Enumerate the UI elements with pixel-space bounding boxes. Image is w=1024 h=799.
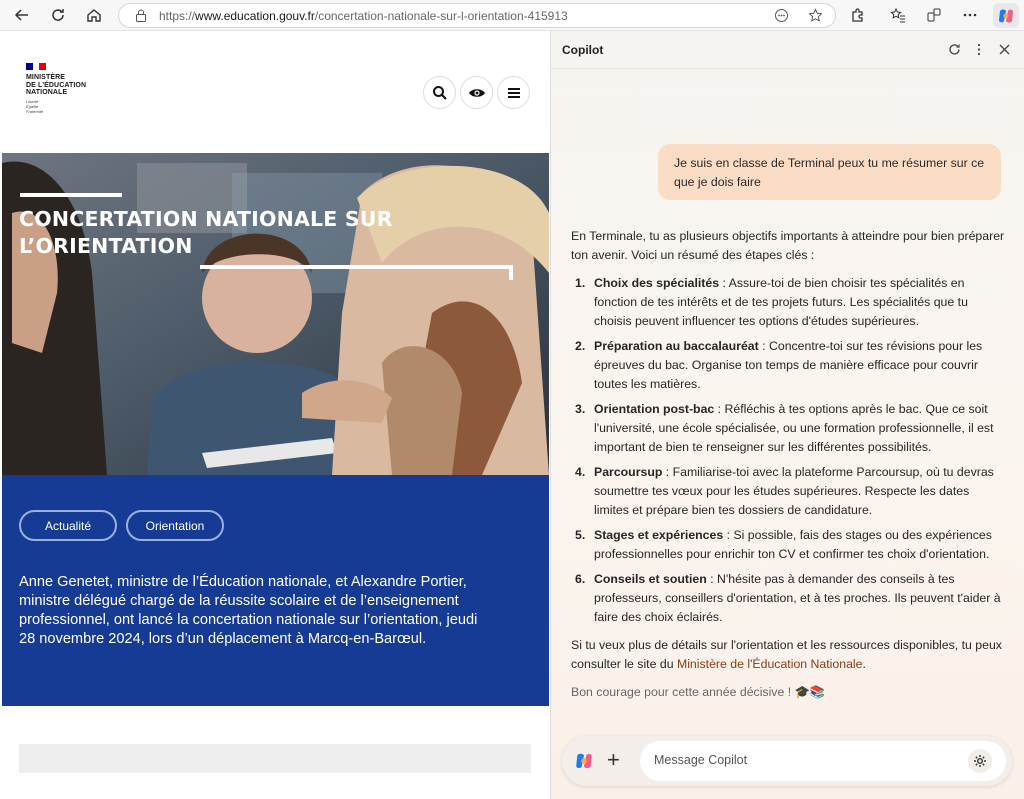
tag-actualite[interactable]: Actualité	[19, 510, 117, 541]
item-title: Choix des spécialités	[594, 276, 720, 290]
refresh-icon[interactable]	[945, 40, 963, 58]
eye-icon	[468, 88, 485, 97]
display-settings-button[interactable]	[460, 76, 493, 109]
lock-icon[interactable]	[135, 9, 147, 22]
title-decoration-bottom	[200, 265, 513, 269]
ministry-logo[interactable]: MINISTÈRE DE L'ÉDUCATION NATIONALE Liber…	[26, 63, 86, 114]
title-decoration-tick	[509, 265, 513, 280]
item-title: Orientation post-bac	[594, 402, 715, 416]
address-bar[interactable]: https://www.education.gouv.fr/concertati…	[118, 3, 836, 28]
response-closing: Bon courage pour cette année décisive ! …	[571, 685, 826, 699]
reader-mode-icon[interactable]	[774, 8, 789, 28]
message-placeholder: Message Copilot	[654, 753, 748, 767]
hamburger-icon	[507, 87, 520, 98]
back-arrow-icon[interactable]	[10, 4, 34, 26]
item-title: Préparation au baccalauréat	[594, 339, 759, 353]
item-number: 4.	[575, 465, 586, 479]
list-item: 6. Conseils et soutien : N'hésite pas à d…	[571, 570, 1006, 627]
item-number: 3.	[575, 402, 586, 416]
response-outro: Si tu veux plus de détails sur l'orienta…	[571, 636, 1006, 674]
favorite-star-icon[interactable]	[808, 8, 823, 28]
item-number: 5.	[575, 528, 586, 542]
list-item: 2. Préparation au baccalauréat : Concentr…	[571, 337, 1006, 394]
ministry-link[interactable]: Ministère de l'Éducation Nationale	[677, 657, 863, 671]
add-attachment-icon[interactable]: +	[607, 748, 620, 772]
web-page: MINISTÈRE DE L'ÉDUCATION NATIONALE Liber…	[2, 31, 549, 799]
url-domain: www.education.gouv.fr	[195, 9, 315, 23]
response-intro: En Terminale, tu as plusieurs objectifs …	[571, 229, 1005, 262]
home-icon[interactable]	[82, 4, 106, 26]
lead-paragraph: Anne Genetet, ministre de l’Éducation na…	[19, 574, 478, 647]
outro-period: .	[862, 657, 866, 671]
collections-icon[interactable]	[922, 4, 946, 26]
item-number: 2.	[575, 339, 586, 353]
close-icon[interactable]	[995, 40, 1013, 58]
item-number: 1.	[575, 276, 586, 290]
item-title: Stages et expériences	[594, 528, 724, 542]
title-decoration-top	[20, 193, 122, 197]
item-title: Conseils et soutien	[594, 572, 707, 586]
logo-line: MINISTÈRE	[26, 74, 66, 81]
motto-line: Fraternité	[26, 108, 44, 114]
browser-toolbar: https://www.education.gouv.fr/concertati…	[0, 0, 1024, 31]
message-composer: + Message Copilot	[562, 736, 1012, 786]
french-flag-icon	[26, 63, 47, 70]
message-input[interactable]: Message Copilot	[640, 741, 1006, 781]
copilot-logo-icon[interactable]	[574, 751, 594, 776]
extensions-icon[interactable]	[846, 4, 870, 26]
hero-photo	[2, 153, 549, 475]
logo-text: MINISTÈRE DE L'ÉDUCATION NATIONALE	[26, 74, 86, 97]
copilot-panel: Copilot Je suis en classe de Terminal pe…	[550, 31, 1024, 799]
copilot-toolbar-icon[interactable]	[993, 3, 1019, 28]
gear-icon	[974, 755, 986, 767]
list-item: 1. Choix des spécialités : Assure-toi de …	[571, 274, 1006, 331]
copilot-title: Copilot	[562, 43, 604, 57]
search-icon	[432, 85, 447, 100]
hero-banner: CONCERTATION NATIONALE SUR L’ORIENTATION	[2, 153, 549, 475]
content-placeholder	[19, 744, 531, 773]
search-button[interactable]	[423, 76, 456, 109]
logo-motto: Liberté Égalité Fraternité	[26, 99, 86, 114]
assistant-response: En Terminale, tu as plusieurs objectifs …	[571, 227, 1006, 711]
user-message: Je suis en classe de Terminal peux tu me…	[658, 144, 1001, 200]
list-item: 4. Parcoursup : Familiarise-toi avec la p…	[571, 463, 1006, 520]
article-intro: Actualité Orientation Anne Genetet, mini…	[2, 475, 549, 706]
more-options-icon[interactable]	[970, 40, 988, 58]
menu-button[interactable]	[497, 76, 530, 109]
steps-list: 1. Choix des spécialités : Assure-toi de …	[571, 274, 1006, 627]
copilot-header: Copilot	[551, 31, 1024, 69]
item-title: Parcoursup	[594, 465, 663, 479]
list-item: 5. Stages et expériences : Si possible, f…	[571, 526, 1006, 564]
list-item: 3. Orientation post-bac : Réfléchis à tes…	[571, 400, 1006, 457]
item-number: 6.	[575, 572, 586, 586]
voice-settings-button[interactable]	[968, 749, 992, 773]
url-path: /concertation-nationale-sur-l-orientatio…	[314, 9, 568, 23]
hero-title: CONCERTATION NATIONALE SUR L’ORIENTATION	[19, 207, 393, 258]
logo-line: DE L'ÉDUCATION	[26, 81, 87, 89]
url-prefix: https://	[159, 9, 196, 23]
favorites-icon[interactable]	[886, 4, 910, 26]
url-text[interactable]: https://www.education.gouv.fr/concertati…	[159, 9, 568, 23]
refresh-icon[interactable]	[46, 4, 70, 26]
tag-orientation[interactable]: Orientation	[126, 510, 224, 541]
more-menu-icon[interactable]	[958, 4, 982, 26]
logo-line: NATIONALE	[26, 89, 68, 96]
